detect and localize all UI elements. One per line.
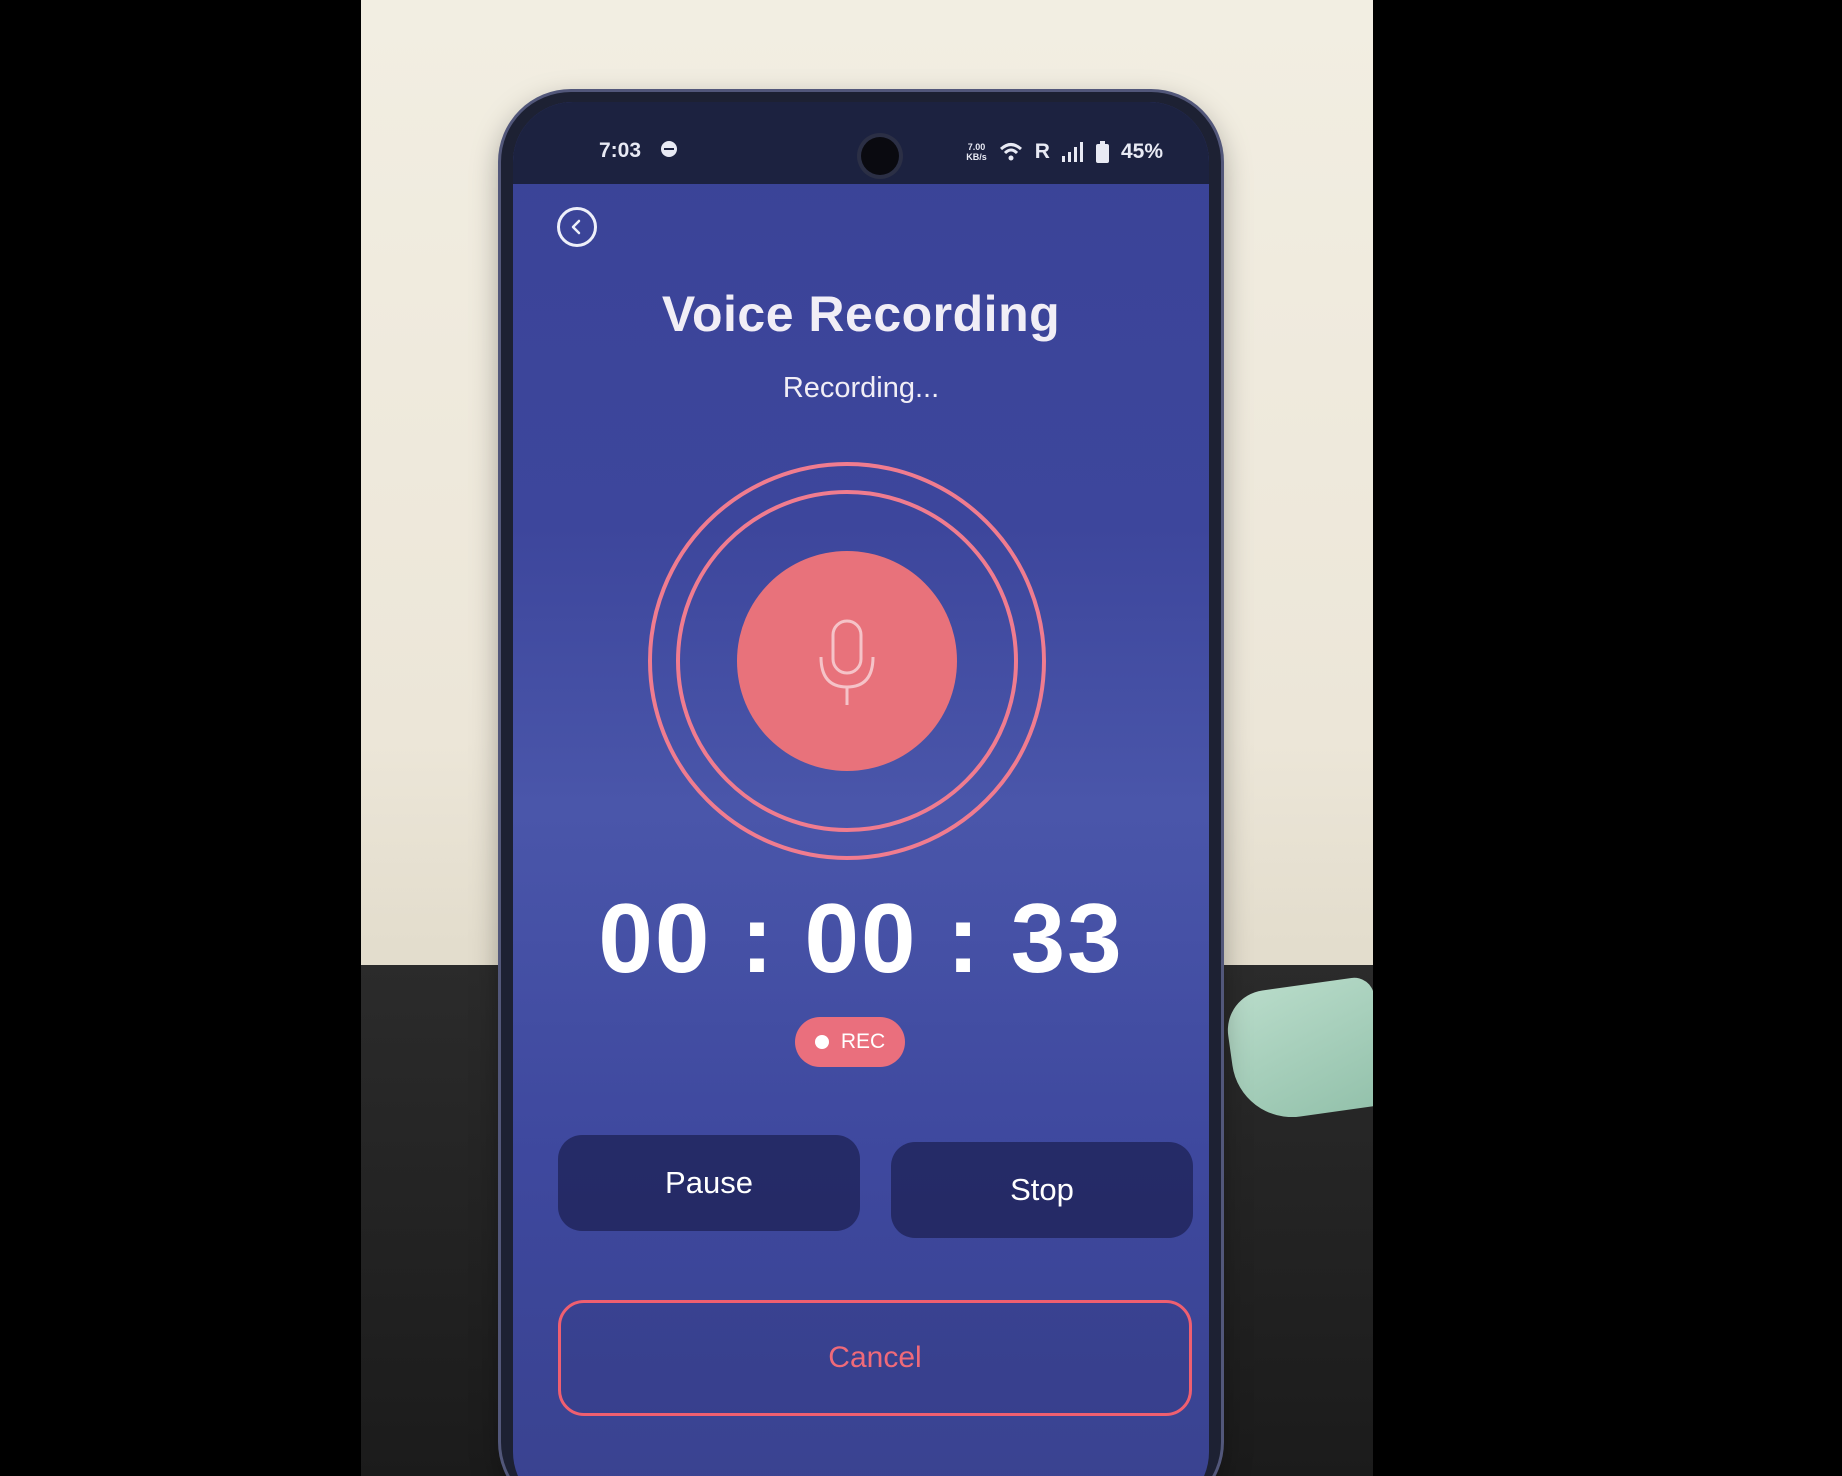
network-speed-unit: KB/s xyxy=(966,152,987,162)
page-title: Voice Recording xyxy=(661,286,1061,342)
cancel-button[interactable]: Cancel xyxy=(558,1300,1192,1416)
status-bar: 7:03 7.00 KB/s R 45% xyxy=(513,102,1209,184)
elapsed-timer: 00 : 00 : 33 xyxy=(598,883,1124,993)
app-screen: 7:03 7.00 KB/s R 45% Voice Recording Rec… xyxy=(513,102,1209,1476)
do-not-disturb-icon xyxy=(661,141,677,157)
pause-button[interactable]: Pause xyxy=(558,1135,860,1231)
status-time: 7:03 xyxy=(599,139,642,162)
battery-icon xyxy=(1095,141,1109,163)
signal-icon xyxy=(1061,142,1084,162)
network-speed-value: 7.00 xyxy=(967,142,986,152)
rec-badge: REC xyxy=(795,1017,905,1067)
network-speed: 7.00 KB/s xyxy=(966,142,987,162)
phone-device: 7:03 7.00 KB/s R 45% Voice Recording Rec… xyxy=(501,92,1221,1476)
back-button[interactable] xyxy=(557,207,597,247)
battery-percent: 45% xyxy=(1120,140,1163,163)
video-frame: 7:03 7.00 KB/s R 45% Voice Recording Rec… xyxy=(0,0,1842,1476)
status-icons: 7.00 KB/s R 45% xyxy=(966,140,1163,164)
mic-record-button[interactable] xyxy=(737,551,957,771)
recording-status: Recording... xyxy=(782,372,940,404)
rec-dot-icon xyxy=(814,1035,829,1049)
front-camera xyxy=(861,137,899,175)
rec-label: REC xyxy=(840,1030,886,1053)
roaming-indicator: R xyxy=(1034,140,1050,163)
wifi-icon xyxy=(999,142,1023,162)
camera-photo: 7:03 7.00 KB/s R 45% Voice Recording Rec… xyxy=(361,0,1373,1476)
back-arrow-icon xyxy=(571,219,581,235)
stop-button[interactable]: Stop xyxy=(891,1142,1193,1238)
microphone-icon xyxy=(819,619,875,705)
